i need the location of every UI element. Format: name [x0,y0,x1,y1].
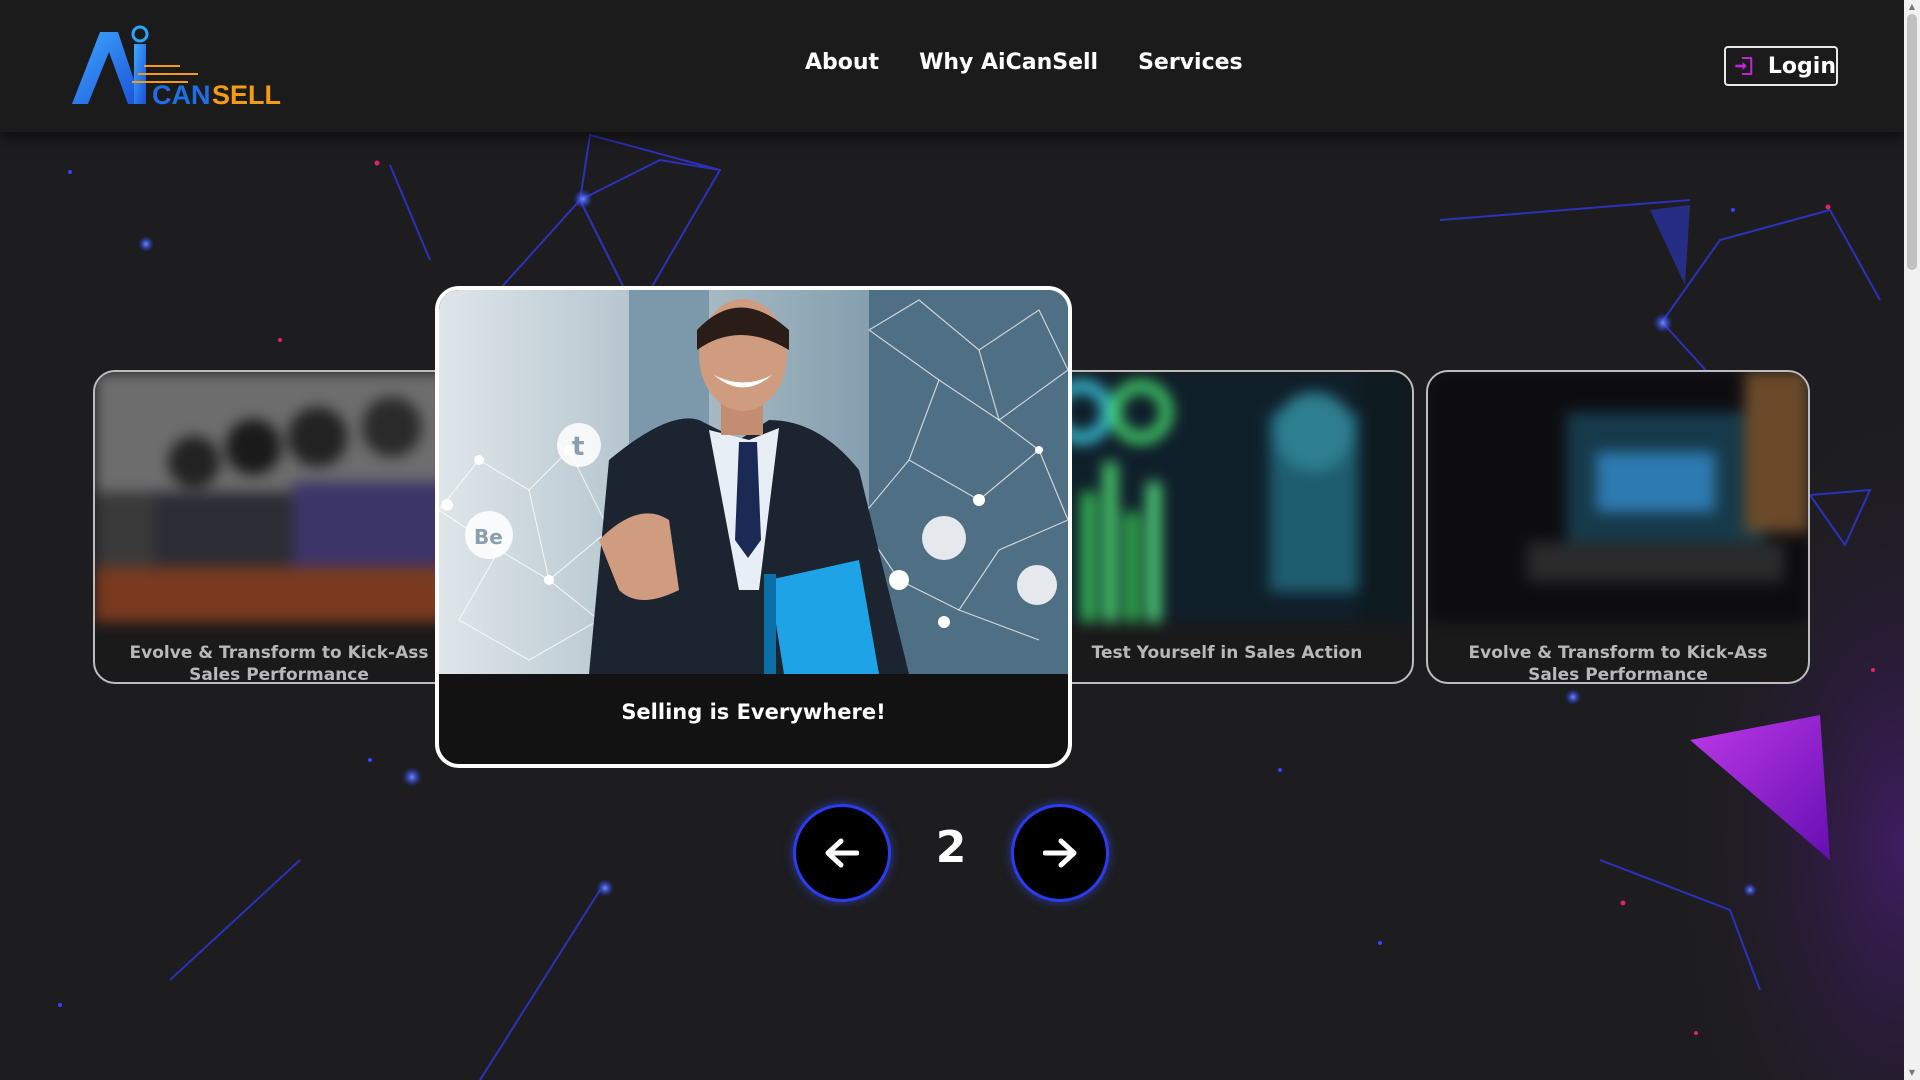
card-4-image [1428,372,1808,622]
carousel-card-4[interactable]: Evolve & Transform to Kick-Ass Sales Per… [1426,370,1810,684]
login-label: Login [1767,53,1836,79]
scroll-down-arrow-icon[interactable]: ▼ [1907,1068,1917,1078]
prev-button[interactable] [793,804,891,902]
login-button[interactable]: Login [1724,46,1838,86]
card-3-caption: Test Yourself in Sales Action [1091,643,1363,663]
nav-why-aicansell[interactable]: Why AiCanSell [919,50,1098,75]
main-nav: About Why AiCanSell Services [805,50,1243,75]
top-header: CAN SELL About Why AiCanSell Services Lo… [0,0,1904,132]
card-3-image [1042,372,1412,622]
logo-text-can: CAN [152,80,211,108]
carousel-card-1[interactable]: Evolve & Transform to Kick-Ass Sales Per… [93,370,465,684]
aicansell-logo[interactable]: CAN SELL [70,24,290,108]
carousel-card-3[interactable]: Test Yourself in Sales Action [1040,370,1414,684]
card-4-caption: Evolve & Transform to Kick-Ass Sales Per… [1468,643,1768,684]
login-icon [1735,57,1753,75]
vertical-scrollbar[interactable]: ▲ ▼ [1904,0,1920,1080]
logo-text-sell: SELL [212,80,281,108]
card-1-caption: Evolve & Transform to Kick-Ass Sales Per… [129,643,429,684]
card-1-image [95,372,463,622]
scroll-up-arrow-icon[interactable]: ▲ [1907,2,1917,12]
scroll-thumb[interactable] [1907,14,1917,270]
card-active-caption: Selling is Everywhere! [621,700,886,724]
salesman-photo: t Be G+ [439,290,1068,674]
nav-services[interactable]: Services [1138,50,1243,75]
arrow-right-icon [1043,838,1077,868]
carousel-card-active[interactable]: t Be G+ Selling is Everywhere! [435,286,1072,768]
svg-text:Be: Be [474,525,503,549]
next-button[interactable] [1011,804,1109,902]
page-indicator: 2 [935,822,967,873]
nav-about[interactable]: About [805,50,879,75]
arrow-left-icon [825,838,859,868]
svg-text:t: t [572,432,584,462]
